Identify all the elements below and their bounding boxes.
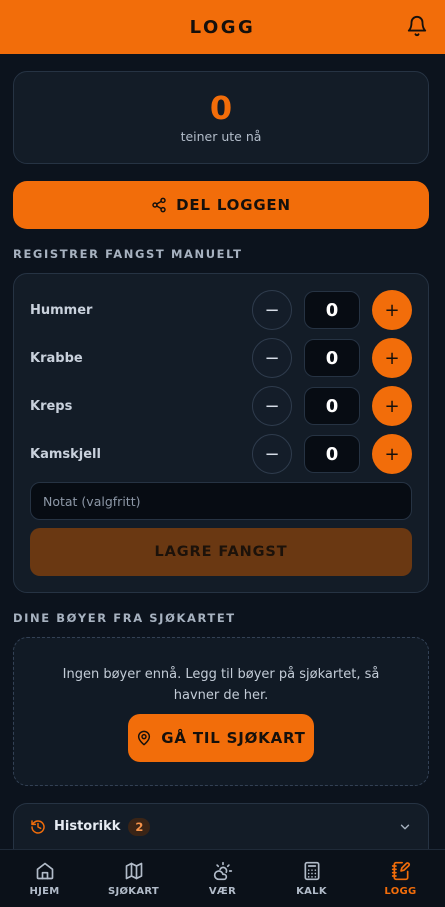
quantity-value[interactable]: 0 xyxy=(304,387,360,425)
catch-label: Hummer xyxy=(30,302,93,318)
home-icon xyxy=(35,861,55,881)
active-traps-count: 0 xyxy=(209,89,233,127)
nav-label: VÆR xyxy=(208,885,237,897)
history-toggle[interactable]: Historikk 2 xyxy=(13,803,429,849)
nav-item-logg[interactable]: LOGG xyxy=(356,850,445,907)
decrement-button[interactable]: − xyxy=(252,386,292,426)
quantity-value[interactable]: 0 xyxy=(304,291,360,329)
increment-button[interactable]: + xyxy=(372,338,412,378)
nav-item-vaer[interactable]: VÆR xyxy=(178,850,267,907)
buoys-empty-card: Ingen bøyer ennå. Legg til bøyer på sjøk… xyxy=(13,637,429,786)
history-label: Historikk xyxy=(54,819,121,834)
nav-label: SJØKART xyxy=(107,885,160,897)
buoys-heading: DINE BØYER FRA SJØKARTET xyxy=(13,611,236,625)
catch-label: Krabbe xyxy=(30,350,83,366)
increment-button[interactable]: + xyxy=(372,290,412,330)
bottom-navigation: HJEM SJØKART VÆR KALK LOGG xyxy=(0,849,445,907)
catch-row-kreps: Kreps − 0 + xyxy=(30,386,412,426)
page-title: LOGG xyxy=(189,16,256,38)
share-log-button[interactable]: DEL LOGGEN xyxy=(13,181,429,229)
decrement-button[interactable]: − xyxy=(252,290,292,330)
share-icon xyxy=(151,197,167,213)
go-to-map-label: GÅ TIL SJØKART xyxy=(161,729,306,747)
share-log-label: DEL LOGGEN xyxy=(176,196,291,214)
go-to-map-button[interactable]: GÅ TIL SJØKART xyxy=(128,714,314,762)
save-catch-button[interactable]: LAGRE FANGST xyxy=(30,528,412,576)
catch-label: Kamskjell xyxy=(30,446,101,462)
decrement-button[interactable]: − xyxy=(252,338,292,378)
manual-catch-card: Hummer − 0 + Krabbe − 0 + Kreps − 0 + Ka… xyxy=(13,273,429,593)
quantity-value[interactable]: 0 xyxy=(304,435,360,473)
manual-catch-heading: REGISTRER FANGST MANUELT xyxy=(13,247,243,261)
nav-label: LOGG xyxy=(384,885,417,897)
top-header: LOGG xyxy=(0,0,445,54)
increment-button[interactable]: + xyxy=(372,434,412,474)
nav-item-hjem[interactable]: HJEM xyxy=(0,850,89,907)
buoys-empty-text: Ingen bøyer ennå. Legg til bøyer på sjøk… xyxy=(62,667,380,703)
chevron-down-icon xyxy=(398,820,412,834)
history-icon xyxy=(30,819,46,835)
active-traps-label: teiner ute nå xyxy=(180,129,262,144)
bell-icon[interactable] xyxy=(406,15,428,37)
weather-icon xyxy=(213,861,233,881)
map-pin-icon xyxy=(136,730,152,746)
increment-button[interactable]: + xyxy=(372,386,412,426)
note-input[interactable] xyxy=(30,482,412,520)
nav-label: HJEM xyxy=(29,885,60,897)
map-icon xyxy=(124,861,144,881)
catch-row-krabbe: Krabbe − 0 + xyxy=(30,338,412,378)
history-count-badge: 2 xyxy=(128,817,151,836)
nav-label: KALK xyxy=(296,885,327,897)
quantity-value[interactable]: 0 xyxy=(304,339,360,377)
nav-item-sjokart[interactable]: SJØKART xyxy=(89,850,178,907)
catch-label: Kreps xyxy=(30,398,73,414)
decrement-button[interactable]: − xyxy=(252,434,292,474)
active-traps-card: 0 teiner ute nå xyxy=(13,71,429,164)
catch-row-hummer: Hummer − 0 + xyxy=(30,290,412,330)
log-icon xyxy=(391,861,411,881)
calculator-icon xyxy=(302,861,322,881)
catch-row-kamskjell: Kamskjell − 0 + xyxy=(30,434,412,474)
nav-item-kalk[interactable]: KALK xyxy=(267,850,356,907)
